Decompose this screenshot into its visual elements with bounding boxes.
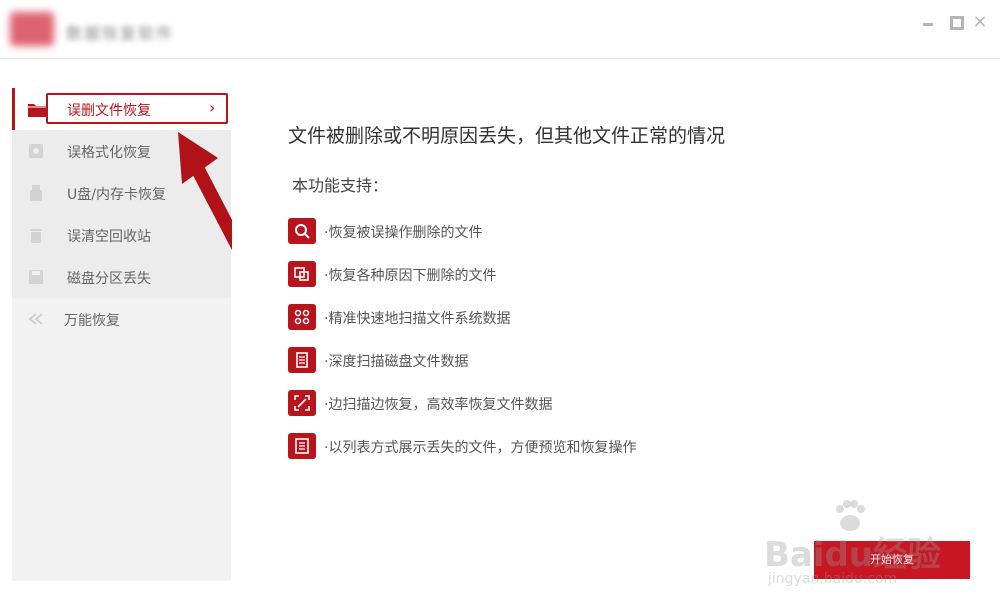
feature-text: ·恢复被误操作删除的文件 — [324, 225, 483, 241]
chevron-right-icon: › — [209, 98, 216, 117]
feature-text: ·边扫描边恢复，高效率恢复文件数据 — [324, 397, 553, 413]
active-indicator — [12, 88, 15, 130]
document-icon — [288, 347, 316, 373]
sidebar-item-deleted-file-recovery[interactable]: 误删文件恢复 › — [12, 88, 231, 130]
double-arrow-icon — [28, 311, 44, 327]
page-title: 文件被删除或不明原因丢失，但其他文件正常的情况 — [288, 125, 726, 147]
title-bar: 数据恢复软件 × — [0, 0, 1000, 59]
sidebar-item-label: 万能恢复 — [64, 313, 120, 329]
save-icon — [28, 269, 44, 285]
folder-icon — [28, 101, 46, 117]
search-icon — [288, 218, 316, 244]
start-recovery-button[interactable]: 开始恢复 — [814, 541, 970, 579]
sidebar-item-universal-recovery[interactable]: 万能恢复 — [12, 298, 231, 340]
feature-text: ·恢复各种原因下删除的文件 — [324, 268, 497, 284]
paw-icon — [836, 500, 865, 531]
sidebar-item-label: 误格式化恢复 — [67, 145, 151, 161]
trash-icon — [28, 227, 44, 243]
sidebar-item-label: U盘/内存卡恢复 — [67, 187, 166, 203]
feature-text: ·以列表方式展示丢失的文件，方便预览和恢复操作 — [324, 440, 637, 456]
sidebar-item-label: 误清空回收站 — [67, 229, 151, 245]
feature-text: ·精准快速地扫描文件系统数据 — [324, 311, 511, 327]
section-heading: 本功能支持： — [292, 176, 389, 195]
list-icon — [288, 433, 316, 459]
sidebar-item-recycle-bin-recovery[interactable]: 误清空回收站 — [12, 214, 231, 256]
sidebar-item-label: 误删文件恢复 — [67, 103, 151, 119]
disk-icon — [28, 143, 44, 159]
maximize-button[interactable] — [948, 14, 964, 30]
copy-icon — [288, 261, 316, 287]
usb-icon — [28, 185, 44, 201]
sidebar-item-label: 磁盘分区丢失 — [67, 271, 151, 287]
sidebar-item-partition-recovery[interactable]: 磁盘分区丢失 — [12, 256, 231, 298]
window-title: 数据恢复软件 — [66, 24, 175, 43]
app-logo — [10, 12, 54, 46]
sidebar-item-usb-recovery[interactable]: U盘/内存卡恢复 — [12, 172, 231, 214]
sidebar-menu: 误删文件恢复 › 误格式化恢复 U盘/内存卡恢复 误清空回收站 磁盘分区丢失 万… — [12, 88, 231, 340]
main-panel: 文件被删除或不明原因丢失，但其他文件正常的情况 本功能支持： ·恢复被误操作删除… — [232, 59, 1000, 610]
sidebar: 误删文件恢复 › 误格式化恢复 U盘/内存卡恢复 误清空回收站 磁盘分区丢失 万… — [12, 88, 231, 581]
grid-icon — [288, 304, 316, 330]
sidebar-item-format-recovery[interactable]: 误格式化恢复 — [12, 130, 231, 172]
minimize-button[interactable] — [920, 14, 936, 30]
feature-text: ·深度扫描磁盘文件数据 — [324, 354, 469, 370]
close-button[interactable]: × — [972, 13, 988, 31]
scan-icon — [288, 390, 316, 416]
